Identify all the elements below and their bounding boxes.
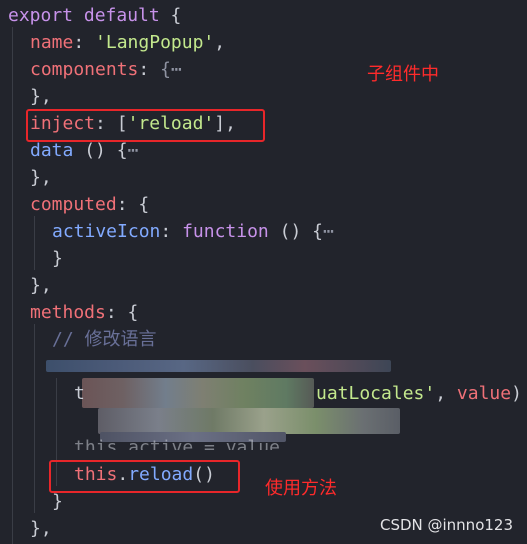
brace-token: } <box>52 248 63 269</box>
colon-token: : <box>116 194 139 215</box>
property-token: name <box>30 32 74 53</box>
keyword-token: export default <box>8 5 160 26</box>
string-token: uatLocales' <box>316 383 436 404</box>
function-token: data <box>30 140 74 161</box>
partial-token: this.active = value <box>74 437 280 450</box>
comma-token: , <box>435 383 457 404</box>
indent-guide <box>34 324 35 513</box>
code-line: }, <box>30 515 52 542</box>
brace-token: }, <box>30 167 52 188</box>
folded-region-icon[interactable]: ⋯ <box>323 221 334 242</box>
inject-highlight-box <box>26 109 265 142</box>
paren-token: ) <box>511 383 522 404</box>
property-token: methods <box>30 302 106 323</box>
comma-token: , <box>214 32 226 53</box>
brace-token: { <box>159 5 182 26</box>
code-line: this.active = value <box>74 434 280 450</box>
string-token: 'LangPopup' <box>95 32 215 53</box>
code-line: }, <box>30 164 52 191</box>
brace-token: () { <box>268 221 323 242</box>
code-editor[interactable]: export default { name: 'LangPopup', comp… <box>0 0 527 544</box>
partial-token: t <box>74 383 85 404</box>
colon-token: : <box>160 221 183 242</box>
brace-token: () { <box>73 140 128 161</box>
reload-call-highlight-box <box>49 460 240 493</box>
folded-region-icon[interactable]: {⋯ <box>160 59 182 80</box>
brace-token: }, <box>30 518 52 539</box>
redacted-code-block <box>98 408 400 434</box>
redacted-code-block <box>82 378 314 408</box>
code-line: uatLocales', value) <box>316 380 522 407</box>
code-line: name: 'LangPopup', <box>30 29 225 56</box>
usage-annotation: 使用方法 <box>265 478 337 499</box>
brace-token: { <box>127 302 139 323</box>
colon-token: : <box>138 59 161 80</box>
child-component-annotation: 子组件中 <box>367 64 439 85</box>
variable-token: value <box>456 383 512 404</box>
code-line: computed: { <box>30 191 149 218</box>
redacted-code-block <box>46 360 391 372</box>
code-line: // 修改语言 <box>52 326 157 353</box>
code-line: components: {⋯ <box>30 56 182 83</box>
indent-guide <box>34 216 35 270</box>
code-line: t <box>74 380 85 407</box>
colon-token: : <box>105 302 128 323</box>
comment-token: // 修改语言 <box>52 329 157 350</box>
code-line: }, <box>30 83 52 110</box>
colon-token: : <box>73 32 96 53</box>
code-line: export default { <box>8 2 181 29</box>
brace-token: }, <box>30 86 52 107</box>
watermark: CSDN @innno123 <box>379 516 513 534</box>
brace-token: }, <box>30 275 52 296</box>
keyword-token: function <box>182 221 269 242</box>
code-line: } <box>52 245 63 272</box>
function-token: activeIcon <box>52 221 161 242</box>
code-line: }, <box>30 272 52 299</box>
property-token: components <box>30 59 139 80</box>
property-token: computed <box>30 194 117 215</box>
code-line: methods: { <box>30 299 138 326</box>
brace-token: { <box>138 194 150 215</box>
brace-token: } <box>52 491 63 512</box>
code-line: activeIcon: function () {⋯ <box>52 218 334 245</box>
folded-region-icon[interactable]: ⋯ <box>128 140 139 161</box>
indent-guide <box>12 27 13 544</box>
